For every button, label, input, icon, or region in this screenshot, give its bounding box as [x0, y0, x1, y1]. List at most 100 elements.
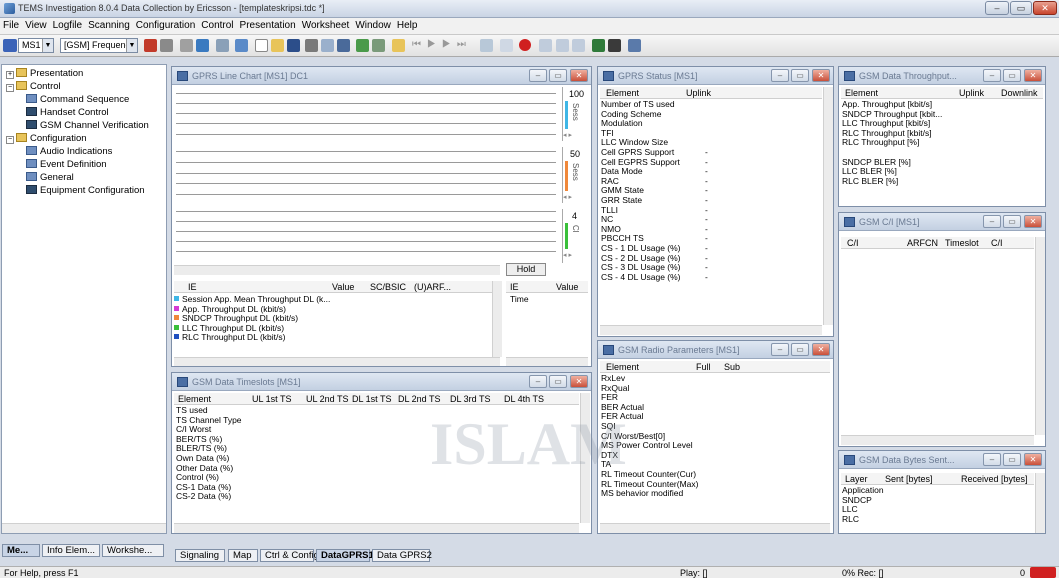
worksheet-tab-datagprs1[interactable]: DataGPRS1	[316, 549, 374, 562]
radio-params-hscroll[interactable]	[600, 523, 830, 533]
print-preview-icon[interactable]	[321, 39, 334, 52]
restore-icon[interactable]: ▭	[1003, 215, 1021, 228]
route2-icon[interactable]	[372, 39, 385, 52]
window-titlebar[interactable]: GSM Data Throughput... – ▭ ✕	[839, 67, 1045, 85]
new-icon[interactable]	[255, 39, 268, 52]
close-icon[interactable]: ✕	[812, 343, 830, 356]
disconnect-icon[interactable]	[160, 39, 173, 52]
close-icon[interactable]: ✕	[1024, 453, 1042, 466]
maximize-button[interactable]: ▭	[1010, 1, 1032, 15]
window-titlebar[interactable]: GSM Radio Parameters [MS1] – ▭ ✕	[598, 341, 833, 359]
save-icon[interactable]	[287, 39, 300, 52]
bytes-vscroll[interactable]	[1035, 473, 1045, 533]
worksheet-tab-map[interactable]: Map	[228, 549, 258, 562]
tab-menu[interactable]: Me...	[2, 544, 40, 557]
legend-hscroll[interactable]	[174, 357, 500, 366]
close-icon[interactable]: ✕	[1024, 215, 1042, 228]
gprs-status-vscroll[interactable]	[823, 87, 833, 325]
tree-general[interactable]: General	[26, 172, 74, 183]
axis-arrows[interactable]: ◂ ▸	[563, 131, 572, 139]
minimize-icon[interactable]: –	[983, 69, 1001, 82]
window-titlebar[interactable]: GSM Data Bytes Sent... – ▭ ✕	[839, 451, 1045, 469]
window-titlebar[interactable]: GSM Data Timeslots [MS1] – ▭ ✕	[172, 373, 591, 391]
legend-item[interactable]: LLC Throughput DL (kbit/s)	[174, 324, 492, 334]
worksheet-tab-data-gprs2[interactable]: Data GPRS2	[372, 549, 432, 562]
tree-configuration[interactable]: − Configuration	[6, 133, 87, 144]
window-icon[interactable]	[235, 39, 248, 52]
close-button[interactable]: ✕	[1033, 1, 1057, 15]
menu-item-control[interactable]: Control	[198, 18, 236, 33]
properties-icon[interactable]	[337, 39, 350, 52]
minimize-icon[interactable]: –	[529, 375, 547, 388]
legend-item[interactable]: App. Throughput DL (kbit/s)	[174, 305, 492, 315]
menu-item-presentation[interactable]: Presentation	[237, 18, 299, 33]
green-block-icon[interactable]	[592, 39, 605, 52]
axis-arrows[interactable]: ◂ ▸	[563, 251, 572, 259]
connect-icon[interactable]	[144, 39, 157, 52]
column-header[interactable]: DL 2nd TS	[398, 394, 441, 404]
menu-item-worksheet[interactable]: Worksheet	[299, 18, 353, 33]
menu-item-view[interactable]: View	[22, 18, 50, 33]
menu-item-file[interactable]: File	[0, 18, 22, 33]
undock-icon[interactable]	[216, 39, 229, 52]
open-logfile-icon[interactable]	[392, 39, 405, 52]
next-icon[interactable]	[539, 39, 552, 52]
record-icon[interactable]	[519, 39, 531, 51]
tree-command-sequence[interactable]: Command Sequence	[26, 94, 129, 105]
playback-controls[interactable]: ⏮▶▶⏭	[412, 39, 512, 52]
timeslots-hscroll[interactable]	[174, 523, 579, 533]
window-titlebar[interactable]: GPRS Status [MS1] – ▭ ✕	[598, 67, 833, 85]
column-header[interactable]: UL 2nd TS	[306, 394, 349, 404]
minimize-icon[interactable]: –	[983, 215, 1001, 228]
navigator-hscroll[interactable]	[2, 523, 166, 533]
legend-item[interactable]: SNDCP Throughput DL (kbit/s)	[174, 314, 492, 324]
column-header[interactable]: DL 3rd TS	[450, 394, 491, 404]
minimize-icon[interactable]: –	[771, 343, 789, 356]
menu-item-configuration[interactable]: Configuration	[133, 18, 198, 33]
tree-event-definition[interactable]: Event Definition	[26, 159, 107, 170]
gprs-status-hscroll[interactable]	[600, 325, 822, 335]
ms-select[interactable]: MS1 ▼	[18, 38, 54, 53]
window-titlebar[interactable]: GSM C/I [MS1] – ▭ ✕	[839, 213, 1045, 231]
legend-vscroll[interactable]	[492, 281, 502, 357]
ci-vscroll[interactable]	[1035, 237, 1045, 435]
restore-icon[interactable]: ▭	[791, 69, 809, 82]
scan-icon[interactable]	[180, 39, 193, 52]
close-icon[interactable]: ✕	[1024, 69, 1042, 82]
tree-handset-control[interactable]: Handset Control	[26, 107, 109, 118]
window-titlebar[interactable]: GPRS Line Chart [MS1] DC1 – ▭ ✕	[172, 67, 591, 85]
pause-icon[interactable]	[556, 39, 569, 52]
column-header[interactable]: DL 1st TS	[352, 394, 392, 404]
scan-mode-select[interactable]: [GSM] Frequency Scanning▼	[60, 38, 138, 53]
print-icon[interactable]	[305, 39, 318, 52]
legend-item[interactable]: RLC Throughput DL (kbit/s)	[174, 333, 492, 343]
record-settings-icon[interactable]	[196, 39, 209, 52]
tree-gsm-channel-verification[interactable]: GSM Channel Verification	[26, 120, 149, 131]
minimize-icon[interactable]: –	[771, 69, 789, 82]
tab-worksheets[interactable]: Workshe...	[102, 544, 164, 557]
restore-icon[interactable]: ▭	[1003, 69, 1021, 82]
pause-log-icon[interactable]	[500, 39, 513, 52]
restore-icon[interactable]: ▭	[549, 69, 567, 82]
menu-item-help[interactable]: Help	[394, 18, 421, 33]
hold-button[interactable]: Hold	[506, 263, 546, 276]
restore-icon[interactable]: ▭	[1003, 453, 1021, 466]
tab-info-elements[interactable]: Info Elem...	[42, 544, 100, 557]
menu-item-logfile[interactable]: Logfile	[50, 18, 85, 33]
close-icon[interactable]: ✕	[570, 375, 588, 388]
column-header[interactable]: Element	[178, 394, 211, 404]
minimize-button[interactable]: –	[985, 1, 1009, 15]
column-header[interactable]: UL 1st TS	[252, 394, 292, 404]
worksheet-tab-signaling[interactable]: Signaling	[175, 549, 225, 562]
menu-item-window[interactable]: Window	[352, 18, 394, 33]
ie-hscroll[interactable]	[506, 357, 588, 366]
worksheet-tab-ctrl-config[interactable]: Ctrl & Config	[260, 549, 319, 562]
minimize-icon[interactable]: –	[983, 453, 1001, 466]
open-icon[interactable]	[271, 39, 284, 52]
menu-item-scanning[interactable]: Scanning	[85, 18, 133, 33]
close-icon[interactable]: ✕	[812, 69, 830, 82]
legend-item[interactable]: Session App. Mean Throughput DL (k...	[174, 295, 492, 305]
step-icon[interactable]	[572, 39, 585, 52]
black-block-icon[interactable]	[608, 39, 621, 52]
tree-audio-indications[interactable]: Audio Indications	[26, 146, 112, 157]
